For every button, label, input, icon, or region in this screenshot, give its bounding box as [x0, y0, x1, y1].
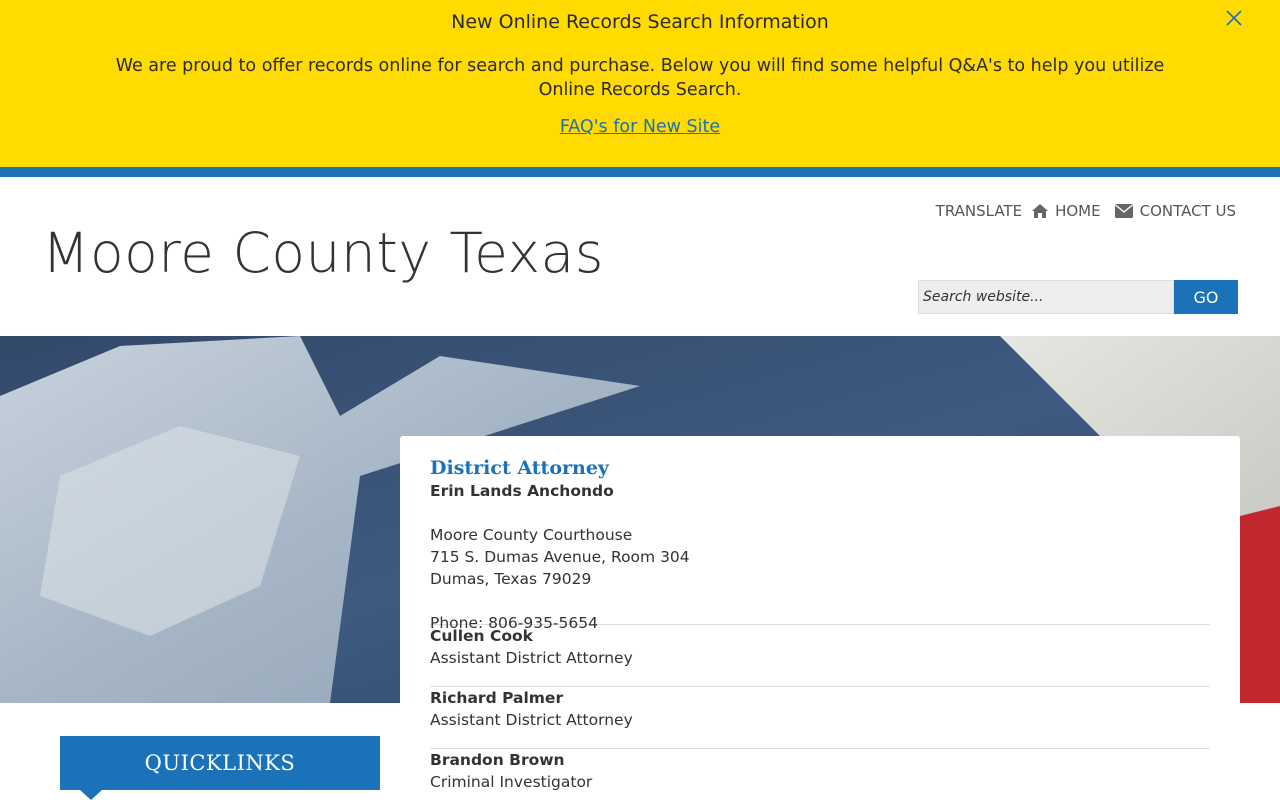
nav-contact-label: CONTACT US — [1139, 202, 1236, 220]
search-go-button[interactable]: GO — [1174, 280, 1238, 314]
search-input[interactable] — [918, 280, 1174, 314]
address-line-3: Dumas, Texas 79029 — [430, 570, 592, 588]
site-title[interactable]: Moore County Texas — [42, 221, 604, 285]
home-icon — [1032, 204, 1049, 218]
address-line-1: Moore County Courthouse — [430, 526, 633, 544]
envelope-icon — [1114, 204, 1133, 218]
address-line-2: 715 S. Dumas Avenue, Room 304 — [430, 548, 690, 566]
staff-name: Brandon Brown — [430, 751, 565, 769]
quicklinks-header[interactable]: QUICKLINKS — [60, 736, 380, 790]
nav-home[interactable]: HOME — [1032, 202, 1101, 220]
staff-item: Brandon Brown Criminal Investigator — [430, 748, 1210, 800]
alert-link-wrapper: FAQ's for New Site — [0, 117, 1280, 137]
staff-role: Assistant District Attorney — [430, 711, 633, 729]
district-attorney-card: District Attorney Erin Lands Anchondo Mo… — [400, 436, 1240, 800]
close-icon[interactable] — [1224, 8, 1244, 28]
alert-banner: New Online Records Search Information We… — [0, 0, 1280, 167]
staff-item: Richard Palmer Assistant District Attorn… — [430, 686, 1210, 748]
nav-translate-label: TRANSLATE — [935, 202, 1023, 220]
nav-translate[interactable]: TRANSLATE — [936, 202, 1022, 220]
quicklinks-arrow — [80, 790, 102, 800]
da-name: Erin Lands Anchondo — [430, 482, 614, 500]
blue-stripe — [0, 167, 1280, 177]
staff-role: Criminal Investigator — [430, 773, 593, 791]
faq-link[interactable]: FAQ's for New Site — [560, 117, 720, 137]
alert-body: We are proud to offer records online for… — [115, 56, 1165, 100]
search-box: GO — [918, 280, 1238, 314]
staff-list: Cullen Cook Assistant District Attorney … — [430, 624, 1210, 800]
nav-contact[interactable]: CONTACT US — [1114, 202, 1236, 220]
alert-title: New Online Records Search Information — [451, 11, 829, 33]
card-title: District Attorney — [430, 457, 609, 479]
staff-item: Cullen Cook Assistant District Attorney — [430, 624, 1210, 686]
nav-home-label: HOME — [1055, 202, 1101, 220]
site-header: Moore County Texas TRANSLATE HOME CONTAC… — [0, 177, 1280, 336]
phone: Phone: 806-935-5654 — [430, 614, 598, 632]
staff-role: Assistant District Attorney — [430, 649, 633, 667]
top-nav: TRANSLATE HOME CONTACT US — [926, 202, 1236, 220]
staff-name: Richard Palmer — [430, 689, 564, 707]
